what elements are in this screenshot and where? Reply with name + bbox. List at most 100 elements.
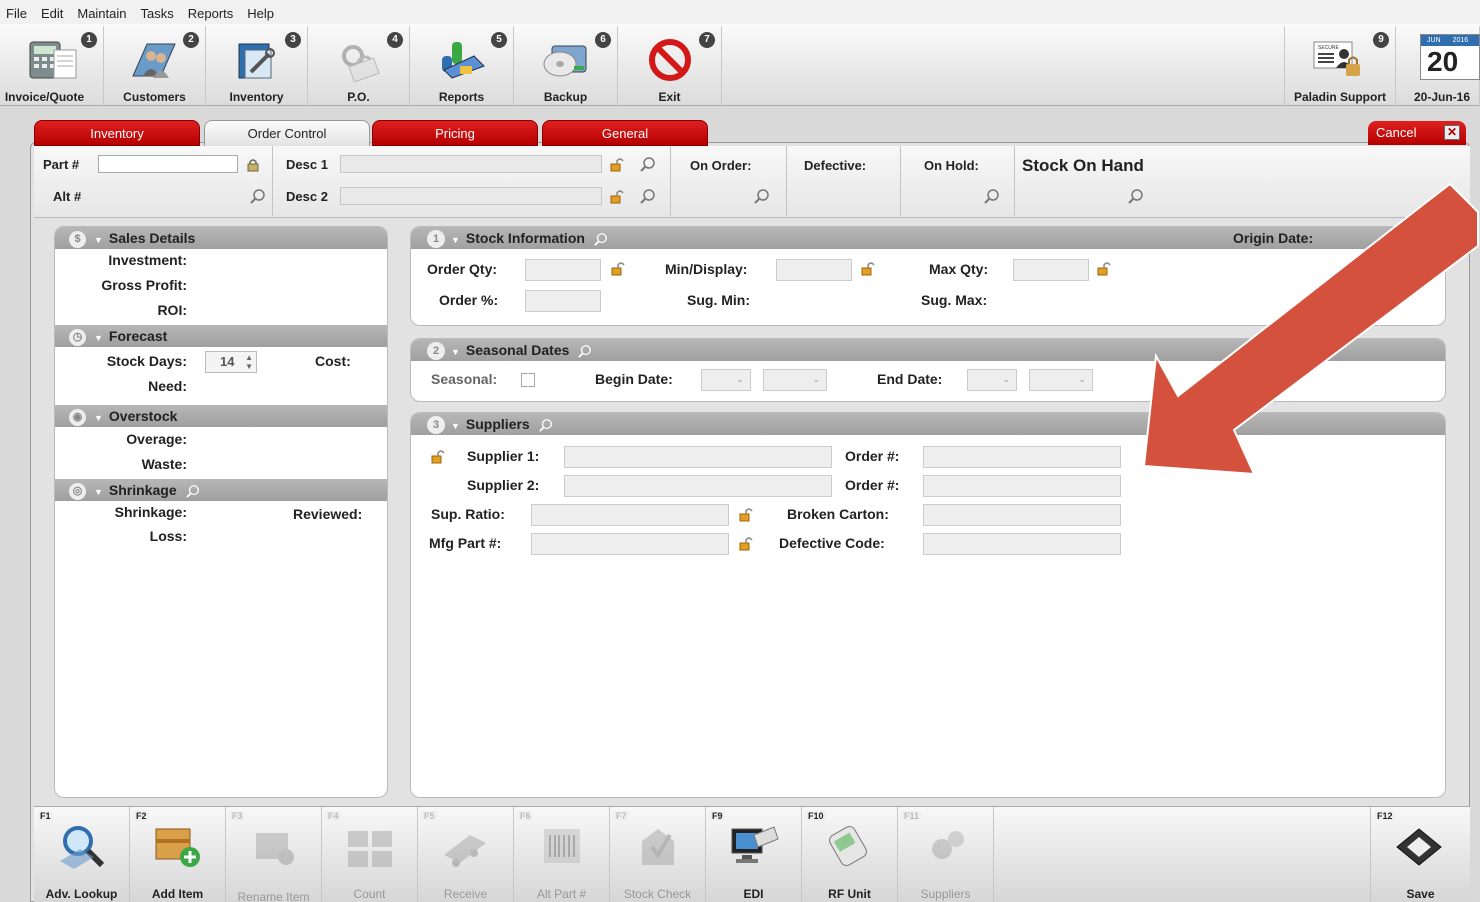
section-number-badge: 1 xyxy=(427,230,445,249)
edi-button[interactable]: F9 EDI xyxy=(706,807,802,902)
collapse-triangle-icon: ▼ xyxy=(94,487,103,497)
origin-date-label: Origin Date: xyxy=(1233,230,1314,246)
desc1-input[interactable] xyxy=(340,155,602,173)
tab-inventory[interactable]: Inventory xyxy=(34,120,200,146)
rf-unit-button[interactable]: F10 RF Unit xyxy=(802,807,898,902)
part-number-input[interactable] xyxy=(98,155,238,173)
backup-button[interactable]: 6 Backup xyxy=(514,26,618,106)
stock-check-icon xyxy=(642,829,674,865)
purchase-order-icon xyxy=(341,45,380,82)
max-qty-input[interactable] xyxy=(1013,259,1089,281)
begin-day-select[interactable]: ⌄ xyxy=(763,369,827,391)
hotkey-badge: 7 xyxy=(699,32,715,48)
roi-label: ROI: xyxy=(157,302,187,318)
menu-maintain[interactable]: Maintain xyxy=(77,6,126,21)
shrinkage-header[interactable]: ◎ ▼ Shrinkage xyxy=(55,479,387,501)
order-qty-input[interactable] xyxy=(525,259,601,281)
stock-check-button[interactable]: F7 Stock Check xyxy=(610,807,706,902)
search-icon[interactable] xyxy=(984,188,1000,204)
hotkey-badge: 4 xyxy=(387,32,403,48)
cancel-button[interactable]: Cancel ✕ xyxy=(1368,121,1466,145)
po-button[interactable]: 4 P.O. xyxy=(308,26,410,106)
search-icon[interactable] xyxy=(250,188,266,204)
order-number1-input[interactable] xyxy=(923,446,1121,468)
reports-button[interactable]: 5 Reports xyxy=(410,26,514,106)
edi-computer-icon xyxy=(731,826,779,863)
unlock-icon[interactable] xyxy=(1097,262,1111,276)
seasonal-dates-title: Seasonal Dates xyxy=(465,342,570,358)
unlock-icon[interactable] xyxy=(739,508,753,522)
chevron-down-icon: ⌄ xyxy=(1078,374,1086,384)
inventory-button[interactable]: 3 Inventory xyxy=(206,26,308,106)
menu-help[interactable]: Help xyxy=(247,6,274,21)
tab-general[interactable]: General xyxy=(542,120,708,146)
invoice-quote-label: Invoice/Quote xyxy=(4,90,85,104)
search-icon[interactable] xyxy=(640,188,656,204)
broken-carton-input[interactable] xyxy=(923,504,1121,526)
tab-pricing[interactable]: Pricing xyxy=(372,120,538,146)
supplier1-input[interactable] xyxy=(564,446,832,468)
stock-days-stepper[interactable]: 14 ▲ ▼ xyxy=(205,351,257,373)
begin-month-select[interactable]: ⌄ xyxy=(701,369,751,391)
search-icon[interactable] xyxy=(593,232,609,247)
suppliers-button[interactable]: F11 Suppliers xyxy=(898,807,994,902)
unlock-icon[interactable] xyxy=(610,190,624,204)
forecast-header[interactable]: ◷ ▼ Forecast xyxy=(55,325,387,347)
desc2-label: Desc 2 xyxy=(286,189,328,204)
date-button[interactable]: JUN 2016 20 20-Jun-16 xyxy=(1396,26,1480,106)
defective-code-input[interactable] xyxy=(923,533,1121,555)
hotkey-badge: F11 xyxy=(902,811,922,821)
unlock-icon[interactable] xyxy=(861,262,875,276)
sup-ratio-input[interactable] xyxy=(531,504,729,526)
menu-tasks[interactable]: Tasks xyxy=(141,6,174,21)
search-icon[interactable] xyxy=(754,188,770,204)
desc2-input[interactable] xyxy=(340,187,602,205)
spinner-arrows-icon[interactable]: ▲ ▼ xyxy=(245,353,253,371)
search-icon[interactable] xyxy=(185,484,201,499)
order-percent-input[interactable] xyxy=(525,290,601,312)
cancel-label: Cancel xyxy=(1376,125,1417,140)
locked-icon[interactable] xyxy=(246,158,260,172)
seasonal-dates-header[interactable]: 2 ▼ Seasonal Dates xyxy=(411,339,1445,361)
menu-reports[interactable]: Reports xyxy=(188,6,234,21)
menu-file[interactable]: File xyxy=(6,6,27,21)
search-icon[interactable] xyxy=(538,418,554,433)
seasonal-checkbox[interactable] xyxy=(521,373,535,387)
save-button[interactable]: F12 Save xyxy=(1370,807,1470,902)
overstock-header[interactable]: ◉ ▼ Overstock xyxy=(55,405,387,427)
calendar-month: JUN xyxy=(1427,37,1441,44)
hotkey-badge: 6 xyxy=(595,32,611,48)
stock-information-header[interactable]: 1 ▼ Stock Information Origin Date: xyxy=(411,227,1445,249)
suppliers-header[interactable]: 3 ▼ Suppliers xyxy=(411,413,1445,435)
end-day-select[interactable]: ⌄ xyxy=(1029,369,1093,391)
min-display-input[interactable] xyxy=(776,259,852,281)
adv-lookup-button[interactable]: F1 Adv. Lookup xyxy=(34,807,130,902)
unlock-icon[interactable] xyxy=(611,262,625,276)
tab-order-control[interactable]: Order Control xyxy=(204,120,370,147)
collapse-triangle-icon: ▼ xyxy=(94,235,103,245)
order-number2-input[interactable] xyxy=(923,475,1121,497)
rename-item-button[interactable]: F3 Rename Item xyxy=(226,807,322,902)
broken-carton-label: Broken Carton: xyxy=(787,506,889,522)
receive-button[interactable]: F5 Receive xyxy=(418,807,514,902)
add-item-button[interactable]: F2 Add Item xyxy=(130,807,226,902)
forecast-title: Forecast xyxy=(108,328,168,344)
sales-details-header[interactable]: $ ▼ Sales Details xyxy=(55,227,387,249)
customers-button[interactable]: 2 Customers xyxy=(104,26,206,106)
paladin-support-button[interactable]: SECURE 9 Paladin Support xyxy=(1284,26,1396,106)
invoice-quote-button[interactable]: 1 Invoice/Quote xyxy=(0,26,104,106)
search-icon[interactable] xyxy=(1128,188,1144,204)
mfg-part-input[interactable] xyxy=(531,533,729,555)
alt-part-button[interactable]: F6 Alt Part # xyxy=(514,807,610,902)
count-button[interactable]: F4 Count xyxy=(322,807,418,902)
unlock-icon[interactable] xyxy=(739,537,753,551)
unlock-icon[interactable] xyxy=(431,450,445,464)
end-month-select[interactable]: ⌄ xyxy=(967,369,1017,391)
hotkey-badge: F7 xyxy=(614,811,629,821)
search-icon[interactable] xyxy=(577,344,593,359)
exit-button[interactable]: 7 Exit xyxy=(618,26,722,106)
unlock-icon[interactable] xyxy=(610,158,624,172)
menu-edit[interactable]: Edit xyxy=(41,6,63,21)
supplier2-input[interactable] xyxy=(564,475,832,497)
search-icon[interactable] xyxy=(640,156,656,172)
